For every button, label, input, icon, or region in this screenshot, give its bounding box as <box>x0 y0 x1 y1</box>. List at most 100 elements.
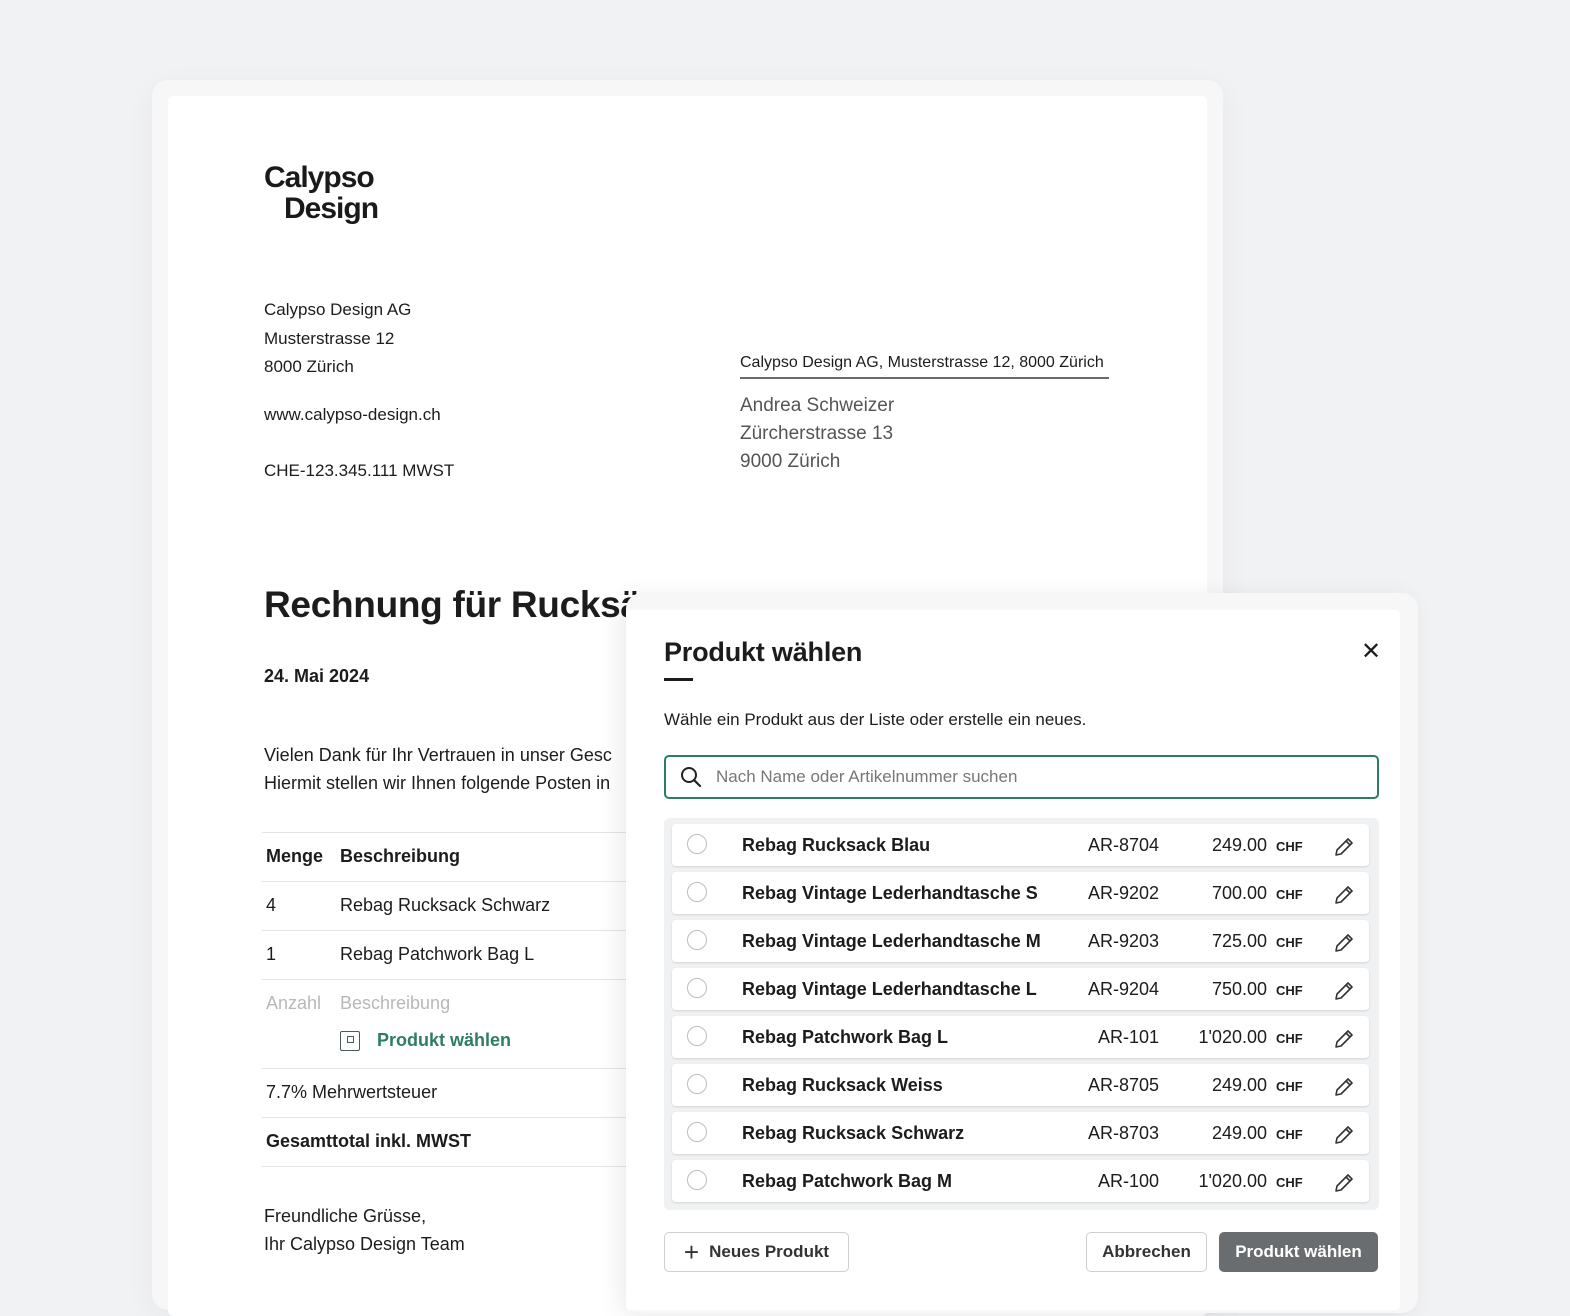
table-row[interactable]: 4 Rebag Rucksack Schwarz <box>262 881 662 930</box>
product-price: 1'020.00 <box>1198 1171 1267 1191</box>
edit-pencil-icon[interactable] <box>1332 979 1356 1008</box>
table-row[interactable]: 1 Rebag Patchwork Bag L <box>262 930 662 979</box>
product-row[interactable]: Rebag Vintage Lederhandtasche M AR-9203 72… <box>672 920 1369 962</box>
recipient-name: Andrea Schweizer <box>740 395 895 416</box>
invoice-intro: Vielen Dank für Ihr Vertrauen in unser G… <box>264 741 612 797</box>
header-quantity: Menge <box>266 846 324 866</box>
new-product-button[interactable]: + Neues Produkt <box>664 1232 849 1272</box>
product-price: 1'020.00 <box>1198 1027 1267 1047</box>
edit-pencil-icon[interactable] <box>1332 1027 1356 1056</box>
select-radio[interactable] <box>687 930 707 950</box>
search-icon <box>681 767 702 788</box>
row-quantity[interactable]: 4 <box>266 895 276 916</box>
select-radio[interactable] <box>687 882 707 902</box>
product-name: Rebag Rucksack Schwarz <box>742 1123 965 1143</box>
select-radio[interactable] <box>687 1074 707 1094</box>
edit-pencil-icon[interactable] <box>1332 1171 1356 1200</box>
product-row[interactable]: Rebag Rucksack Schwarz AR-8703 249.00 CHF <box>672 1112 1369 1154</box>
plus-icon: + <box>683 1237 700 1267</box>
product-name: Rebag Vintage Lederhandtasche L <box>742 979 1037 999</box>
product-currency: CHF <box>1276 1031 1303 1046</box>
choose-product-button[interactable]: Produkt wählen <box>1219 1232 1378 1272</box>
product-price: 750.00 <box>1211 979 1267 999</box>
header-description: Beschreibung <box>340 846 461 866</box>
product-sku: AR-8705 <box>1087 1075 1159 1095</box>
product-name: Rebag Vintage Lederhandtasche S <box>742 883 1038 903</box>
product-row[interactable]: Rebag Patchwork Bag L AR-101 1'020.00 CHF <box>672 1016 1369 1058</box>
product-currency: CHF <box>1276 1127 1303 1142</box>
logo-line-2: Design <box>284 192 379 225</box>
row-quantity[interactable]: 1 <box>266 944 276 965</box>
product-currency: CHF <box>1276 1079 1303 1094</box>
product-price: 249.00 <box>1211 1075 1267 1095</box>
product-box-icon <box>340 1030 360 1051</box>
closing: Freundliche Grüsse, Ihr Calypso Design T… <box>264 1202 465 1258</box>
product-price: 249.00 <box>1211 1123 1267 1143</box>
vat-row: 7.7% Mehrwertsteuer <box>262 1068 662 1117</box>
description-input[interactable]: Beschreibung <box>340 993 450 1014</box>
edit-pencil-icon[interactable] <box>1332 1075 1356 1104</box>
new-product-label: Neues Produkt <box>709 1242 830 1261</box>
product-sku: AR-9204 <box>1087 979 1159 999</box>
close-icon[interactable]: ✕ <box>1360 640 1382 664</box>
edit-pencil-icon[interactable] <box>1332 1123 1356 1152</box>
product-sku: AR-9203 <box>1087 931 1159 951</box>
sender-address: Calypso Design AG Musterstrasse 12 8000 … <box>264 296 454 486</box>
product-name: Rebag Rucksack Blau <box>742 835 931 855</box>
product-row[interactable]: Rebag Patchwork Bag M AR-100 1'020.00 CHF <box>672 1160 1369 1202</box>
vat-label: 7.7% Mehrwertsteuer <box>266 1082 438 1102</box>
select-radio[interactable] <box>687 1026 707 1046</box>
edit-pencil-icon[interactable] <box>1332 883 1356 912</box>
table-header: Menge Beschreibung <box>262 832 662 881</box>
select-radio[interactable] <box>687 978 707 998</box>
product-currency: CHF <box>1276 1175 1303 1190</box>
row-description[interactable]: Rebag Patchwork Bag L <box>340 944 534 965</box>
select-radio[interactable] <box>687 1170 707 1190</box>
product-currency: CHF <box>1276 983 1303 998</box>
product-sku: AR-100 <box>1097 1171 1159 1191</box>
company-logo: Calypso Design <box>264 162 379 225</box>
product-sku: AR-8704 <box>1087 835 1159 855</box>
product-name: Rebag Patchwork Bag L <box>742 1027 949 1047</box>
product-row[interactable]: Rebag Vintage Lederhandtasche S AR-9202 70… <box>672 872 1369 914</box>
total-row: Gesamttotal inkl. MWST <box>262 1117 662 1167</box>
modal-subtitle: Wähle ein Produkt aus der Liste oder ers… <box>664 710 1087 729</box>
intro-line-2: Hiermit stellen wir Ihnen folgende Poste… <box>264 773 611 793</box>
select-radio[interactable] <box>687 1122 707 1142</box>
closing-line-2: Ihr Calypso Design Team <box>264 1234 465 1254</box>
title-underline <box>664 678 693 681</box>
sender-vat-number: CHE-123.345.111 MWST <box>264 461 455 480</box>
product-row[interactable]: Rebag Rucksack Blau AR-8704 249.00 CHF <box>672 824 1369 866</box>
closing-line-1: Freundliche Grüsse, <box>264 1206 427 1226</box>
invoice-title: Rechnung für Rucksä <box>264 584 641 625</box>
edit-pencil-icon[interactable] <box>1332 931 1356 960</box>
product-sku: AR-9202 <box>1087 883 1159 903</box>
product-currency: CHF <box>1276 887 1303 902</box>
product-sku: AR-101 <box>1097 1027 1159 1047</box>
product-row[interactable]: Rebag Rucksack Weiss AR-8705 249.00 CHF <box>672 1064 1369 1106</box>
total-label: Gesamttotal inkl. MWST <box>266 1131 472 1151</box>
sender-street: Musterstrasse 12 <box>264 328 395 348</box>
invoice-date: 24. Mai 2024 <box>264 666 370 686</box>
product-currency: CHF <box>1276 935 1303 950</box>
search-field[interactable] <box>664 755 1379 799</box>
select-radio[interactable] <box>687 834 707 854</box>
product-row[interactable]: Rebag Vintage Lederhandtasche L AR-9204 75… <box>672 968 1369 1010</box>
modal-title: Produkt wählen <box>664 637 863 667</box>
sender-city: 8000 Zürich <box>264 357 354 376</box>
row-description[interactable]: Rebag Rucksack Schwarz <box>340 895 550 916</box>
product-currency: CHF <box>1276 839 1303 854</box>
quantity-input[interactable]: Anzahl <box>266 993 321 1014</box>
cancel-button[interactable]: Abbrechen <box>1086 1232 1207 1272</box>
invoice-items-table: Menge Beschreibung 4 Rebag Rucksack Schw… <box>262 832 662 1167</box>
edit-pencil-icon[interactable] <box>1332 835 1356 864</box>
product-name: Rebag Vintage Lederhandtasche M <box>742 931 1041 951</box>
new-item-row: Anzahl Beschreibung Produkt wählen <box>262 979 662 1068</box>
return-address: Calypso Design AG, Musterstrasse 12, 800… <box>740 354 1109 379</box>
product-price: 700.00 <box>1211 883 1267 903</box>
pick-product-link[interactable]: Produkt wählen <box>340 1030 511 1051</box>
product-name: Rebag Rucksack Weiss <box>742 1075 943 1095</box>
search-input[interactable] <box>714 766 1338 788</box>
product-name: Rebag Patchwork Bag M <box>742 1171 953 1191</box>
sender-website: www.calypso-design.ch <box>264 404 441 424</box>
